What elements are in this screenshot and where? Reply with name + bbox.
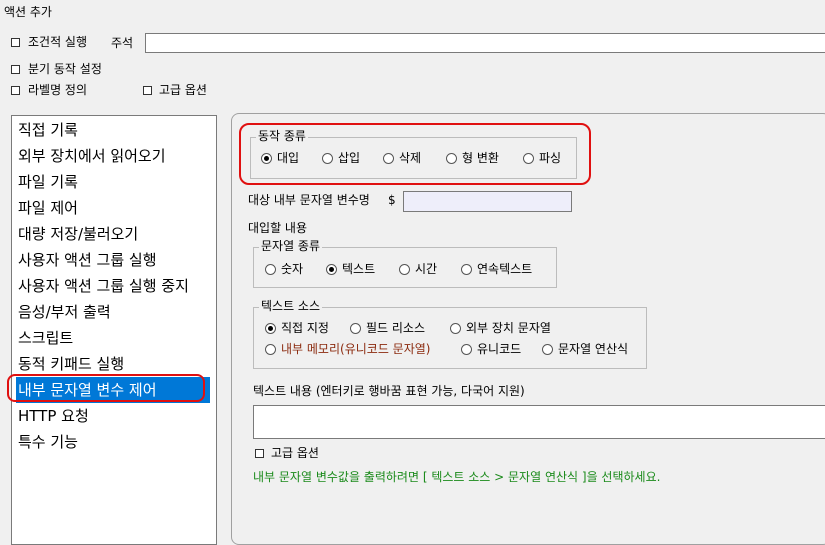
assign-content-label: 대입할 내용 bbox=[248, 221, 308, 235]
text-source-option-label-highlighted: 내부 메모리(유니코드 문자열) bbox=[281, 342, 431, 356]
action-list-item[interactable]: 파일 제어 bbox=[16, 195, 78, 221]
branch-setting-checkbox[interactable] bbox=[11, 65, 20, 74]
action-list-item[interactable]: 사용자 액션 그룹 실행 bbox=[16, 247, 157, 273]
branch-setting-label: 분기 동작 설정 bbox=[28, 62, 102, 76]
selection-highlight-ring bbox=[7, 374, 205, 402]
text-source-radio[interactable] bbox=[265, 323, 276, 334]
action-list-item[interactable]: 스크립트 bbox=[16, 325, 73, 351]
action-list-item[interactable]: 사용자 액션 그룹 실행 중지 bbox=[16, 273, 189, 299]
label-define-label: 라벨명 정의 bbox=[28, 83, 88, 97]
text-source-title: 텍스트 소스 bbox=[259, 299, 323, 313]
string-type-radio[interactable] bbox=[265, 264, 276, 275]
string-type-option-label: 텍스트 bbox=[342, 262, 376, 276]
window-title: 액션 추가 bbox=[4, 5, 52, 19]
string-type-option-label: 숫자 bbox=[281, 262, 304, 276]
action-list-item[interactable]: 음성/부저 출력 bbox=[16, 299, 111, 325]
dollar-sign: $ bbox=[388, 193, 396, 207]
action-list-item[interactable]: 특수 기능 bbox=[16, 429, 78, 455]
text-source-option-label: 문자열 연산식 bbox=[558, 342, 629, 356]
string-type-option-label: 시간 bbox=[415, 262, 438, 276]
advanced-options-checkbox[interactable] bbox=[143, 86, 152, 95]
action-list-item[interactable]: 파일 기록 bbox=[16, 169, 78, 195]
string-type-option-label: 연속텍스트 bbox=[477, 262, 533, 276]
text-source-option-label: 필드 리소스 bbox=[366, 321, 426, 335]
text-source-option-label: 외부 장치 문자열 bbox=[466, 321, 551, 335]
text-source-radio[interactable] bbox=[461, 344, 472, 355]
text-source-radio[interactable] bbox=[265, 344, 276, 355]
string-type-radio[interactable] bbox=[461, 264, 472, 275]
op-type-highlight-ring bbox=[239, 123, 591, 185]
target-var-input[interactable] bbox=[403, 191, 572, 212]
target-var-label: 대상 내부 문자열 변수명 bbox=[248, 193, 370, 207]
action-list-item[interactable]: 대량 저장/불러오기 bbox=[16, 221, 138, 247]
text-source-option-label: 직접 지정 bbox=[281, 321, 329, 335]
action-list-item[interactable]: 외부 장치에서 읽어오기 bbox=[16, 143, 166, 169]
hint-text: 내부 문자열 변수값을 출력하려면 [ 텍스트 소스 > 문자열 연산식 ]을 … bbox=[253, 470, 661, 484]
bottom-advanced-options-label: 고급 옵션 bbox=[271, 446, 319, 460]
string-type-title: 문자열 종류 bbox=[259, 239, 323, 253]
text-source-group bbox=[253, 307, 647, 369]
action-list-item[interactable]: 직접 기록 bbox=[16, 117, 78, 143]
advanced-options-label: 고급 옵션 bbox=[159, 83, 207, 97]
text-source-radio[interactable] bbox=[450, 323, 461, 334]
action-list-item[interactable]: HTTP 요청 bbox=[16, 403, 89, 429]
text-content-label: 텍스트 내용 (엔터키로 행바꿈 표현 가능, 다국어 지원) bbox=[253, 384, 525, 398]
text-source-radio[interactable] bbox=[542, 344, 553, 355]
comment-input[interactable] bbox=[145, 33, 825, 53]
label-define-checkbox[interactable] bbox=[11, 86, 20, 95]
bottom-advanced-options-checkbox[interactable] bbox=[255, 449, 264, 458]
text-source-radio[interactable] bbox=[350, 323, 361, 334]
string-type-radio[interactable] bbox=[399, 264, 410, 275]
text-source-option-label: 유니코드 bbox=[477, 342, 522, 356]
conditional-exec-label: 조건적 실행 bbox=[28, 35, 88, 49]
string-type-radio[interactable] bbox=[326, 264, 337, 275]
text-content-input[interactable] bbox=[253, 405, 825, 439]
conditional-exec-checkbox[interactable] bbox=[11, 38, 20, 47]
comment-label: 주석 bbox=[111, 36, 134, 50]
action-list[interactable]: 직접 기록 외부 장치에서 읽어오기 파일 기록 파일 제어 대량 저장/불러오… bbox=[11, 115, 217, 545]
